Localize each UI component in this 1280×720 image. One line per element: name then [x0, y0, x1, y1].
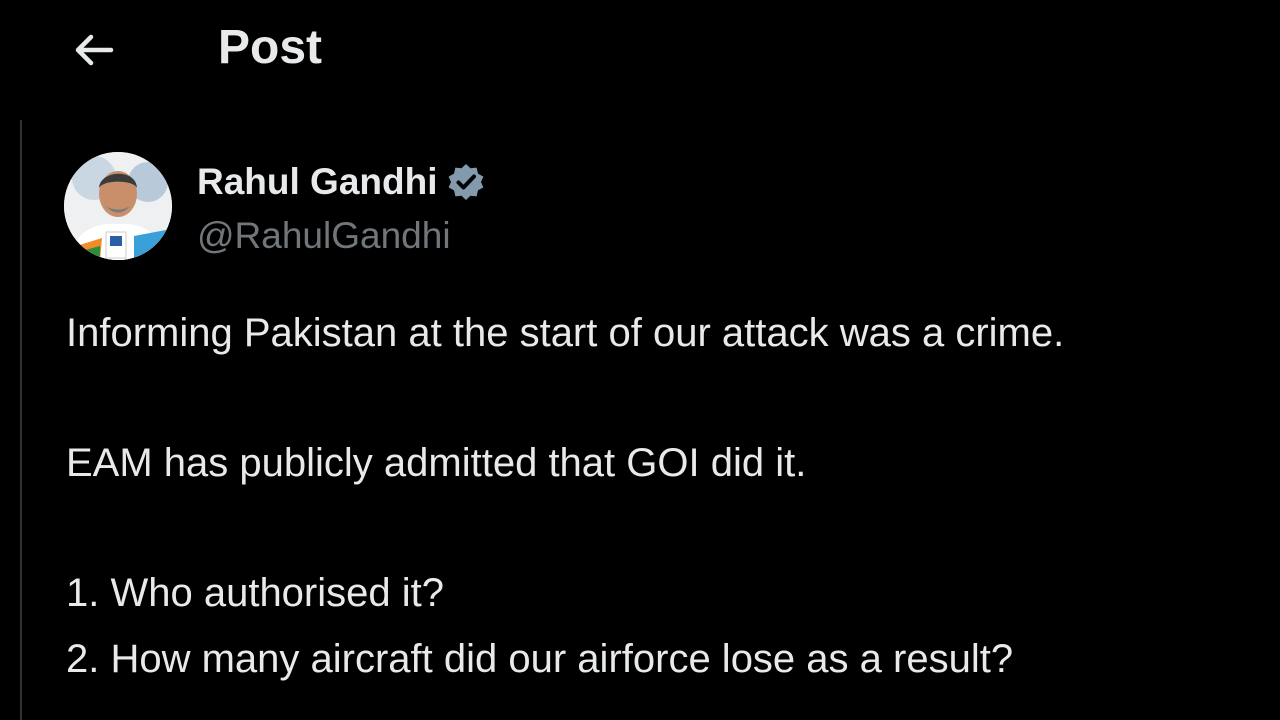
post-paragraph-4: 2. How many aircraft did our airforce lo…: [66, 637, 1014, 681]
arrow-left-icon: [75, 34, 114, 66]
author-name-line: Rahul Gandhi: [197, 158, 486, 206]
post-paragraph-3: 1. Who authorised it?: [66, 571, 444, 615]
author-row: Rahul Gandhi @RahulGandhi: [64, 152, 764, 262]
page-title: Post: [218, 21, 323, 74]
back-button[interactable]: [66, 26, 120, 74]
author-handle[interactable]: @RahulGandhi: [197, 212, 451, 260]
author-name[interactable]: Rahul Gandhi: [197, 161, 438, 203]
verified-badge-icon: [448, 164, 483, 200]
post-text: Informing Pakistan at the start of our a…: [66, 305, 1266, 687]
avatar[interactable]: [64, 152, 172, 260]
avatar-image: [64, 152, 172, 260]
post-paragraph-2: EAM has publicly admitted that GOI did i…: [66, 441, 807, 485]
post-paragraph-1: Informing Pakistan at the start of our a…: [66, 311, 1065, 355]
timeline-divider: [20, 120, 22, 720]
post-header: Post: [0, 0, 1280, 100]
